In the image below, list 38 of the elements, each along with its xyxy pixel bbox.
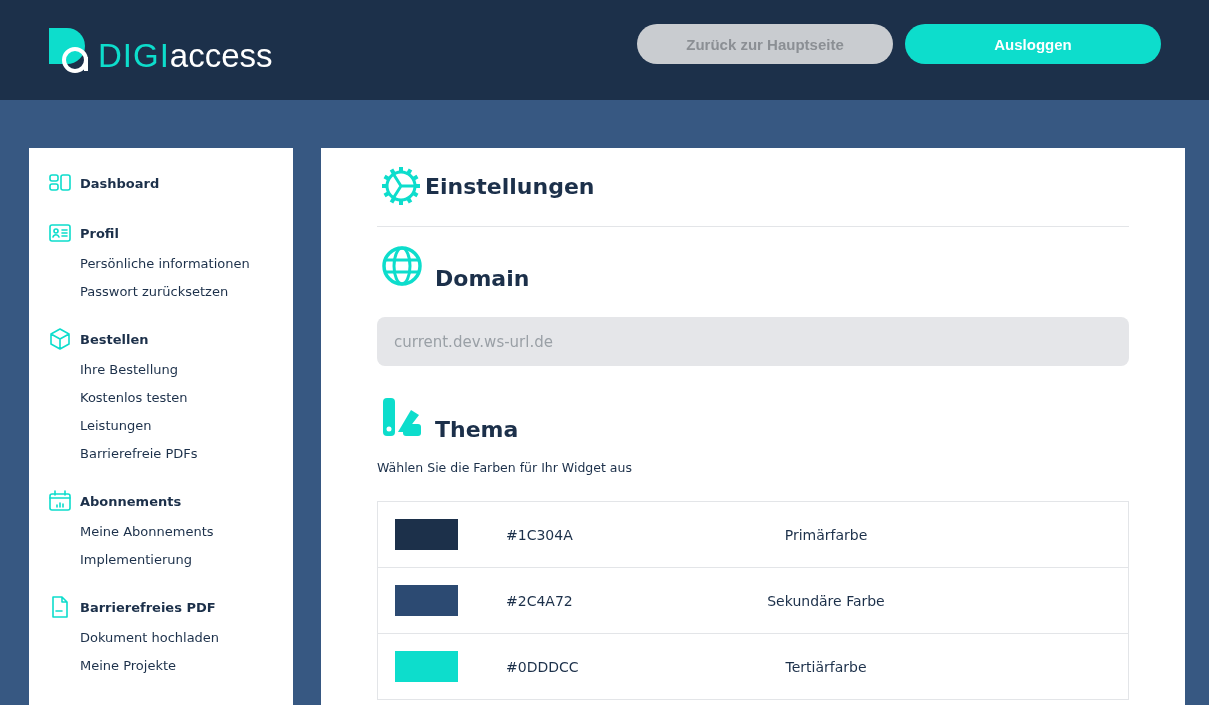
sidebar-item[interactable]: Ihre Bestellung xyxy=(49,356,293,384)
color-swatch[interactable] xyxy=(395,585,458,616)
sidebar-item[interactable]: Persönliche informationen xyxy=(49,250,293,278)
color-swatch[interactable] xyxy=(395,519,458,550)
sidebar-heading[interactable]: Barrierefreies PDF xyxy=(80,599,216,615)
section-title: Thema xyxy=(435,417,519,442)
sidebar-item[interactable]: Leistungen xyxy=(49,412,293,440)
page-title: Einstellungen xyxy=(425,173,595,199)
sidebar-item[interactable]: Barrierefreie PDFs xyxy=(49,440,293,468)
description-text: Wählen Sie die Farben für Ihr Widget aus xyxy=(377,460,633,475)
section-title: Domain xyxy=(435,266,530,291)
color-name: Tertiärfarbe xyxy=(784,658,868,675)
sidebar-heading[interactable]: Abonnements xyxy=(80,493,182,509)
document-icon xyxy=(49,596,71,618)
sidebar-item[interactable]: Meine Projekte xyxy=(49,652,293,680)
color-code: #1C304A xyxy=(506,526,574,543)
gear-icon xyxy=(381,166,421,206)
calendar-icon xyxy=(49,490,71,512)
sidebar-item[interactable]: Kostenlos testen xyxy=(49,384,293,412)
cube-icon xyxy=(49,328,71,350)
globe-icon xyxy=(381,245,423,287)
color-code: #2C4A72 xyxy=(506,592,574,609)
id-card-icon xyxy=(49,222,71,244)
domain-field[interactable]: current.dev.ws-url.de xyxy=(377,317,1129,366)
dashboard-icon xyxy=(49,172,71,194)
color-name: Primärfarbe xyxy=(783,526,869,543)
logo-text: DIGIaccess xyxy=(98,39,273,73)
color-name: Sekundäre Farbe xyxy=(766,592,886,609)
sidebar-item[interactable]: Meine Abonnements xyxy=(49,518,293,546)
sidebar-heading[interactable]: Profil xyxy=(80,225,119,241)
color-swatch[interactable] xyxy=(395,651,458,682)
sidebar-item[interactable]: Passwort zurücksetzen xyxy=(49,278,293,306)
swatch-icon xyxy=(381,396,423,438)
sidebar-item[interactable]: Dokument hochladen xyxy=(49,624,293,652)
sidebar-heading[interactable]: Bestellen xyxy=(80,331,149,347)
color-code: #0DDDCC xyxy=(506,658,580,675)
sidebar-heading[interactable]: Dashboard xyxy=(80,175,160,191)
sidebar-item[interactable]: Implementierung xyxy=(49,546,293,574)
